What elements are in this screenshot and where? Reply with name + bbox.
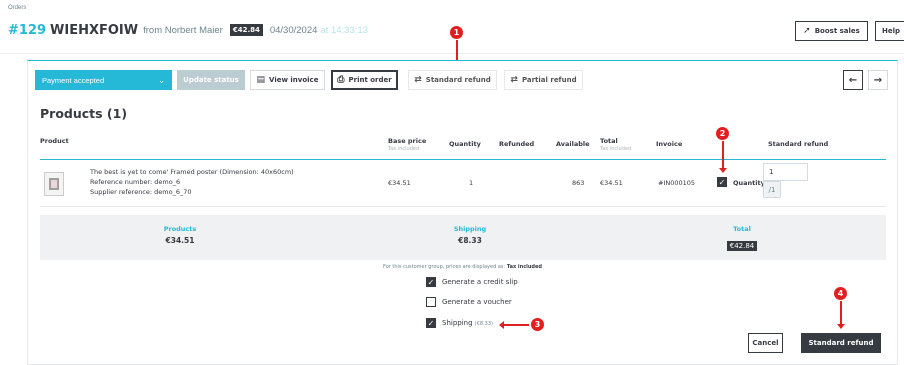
standard-refund-submit-button[interactable]: Standard refund <box>801 333 881 353</box>
order-status-select[interactable]: Payment accepted ⌄ <box>35 70 172 90</box>
generate-credit-slip-checkbox[interactable]: ✓ <box>426 277 436 287</box>
refund-quantity-input[interactable]: 1 <box>763 163 808 181</box>
product-quantity: 1 <box>469 179 474 187</box>
refund-shipping-amount: (€8.33) <box>474 321 493 327</box>
help-button[interactable]: Help <box>875 21 904 41</box>
tax-note-text: For this customer group, prices are disp… <box>383 264 506 270</box>
product-thumbnail[interactable] <box>44 172 64 196</box>
order-total-badge: €42.84 <box>229 24 263 36</box>
view-invoice-label: View invoice <box>269 76 319 84</box>
generate-voucher-checkbox[interactable] <box>426 297 436 307</box>
order-date: 04/30/2024 <box>269 24 318 36</box>
column-base-price: Base price Tax included <box>388 137 426 153</box>
framed-poster-image <box>49 178 59 190</box>
help-label: Help <box>882 27 901 35</box>
partial-refund-label: Partial refund <box>521 76 577 84</box>
standard-refund-button[interactable]: ⇄ Standard refund <box>408 70 497 90</box>
order-time: at 14:33:13 <box>320 24 368 36</box>
column-available: Available <box>556 140 590 148</box>
document-icon: ▤ <box>256 75 266 85</box>
previous-order-button[interactable]: ← <box>843 70 863 90</box>
refund-shipping-checkbox[interactable]: ✓ <box>426 318 436 328</box>
refund-quantity-max: /1 <box>763 181 781 198</box>
column-total: Total Tax included <box>600 137 631 153</box>
summary-total: Total €42.84 <box>702 225 782 252</box>
product-base-price: €34.51 <box>388 179 411 187</box>
products-heading: Products (1) <box>40 106 128 121</box>
annotation-marker-4: 4 <box>834 287 847 300</box>
update-status-button[interactable]: Update status <box>177 70 245 90</box>
table-header-divider <box>40 159 886 160</box>
refund-shipping-text: Shipping <box>442 319 473 327</box>
summary-products-label: Products <box>163 225 197 233</box>
breadcrumb[interactable]: Orders <box>8 5 26 11</box>
column-base-price-sub: Tax included <box>388 146 420 152</box>
column-quantity: Quantity <box>449 140 481 148</box>
rocket-icon: ➚ <box>803 26 811 36</box>
summary-total-value: €42.84 <box>726 241 758 251</box>
product-name: The best is yet to come' Framed poster (… <box>90 168 294 176</box>
view-invoice-button[interactable]: ▤ View invoice <box>250 70 325 90</box>
summary-shipping-value: €8.33 <box>458 236 482 245</box>
order-products-card: Payment accepted ⌄ Update status ▤ View … <box>27 60 898 365</box>
column-total-label: Total <box>600 137 618 145</box>
order-number: #129 <box>8 22 47 38</box>
column-base-price-label: Base price <box>388 137 427 145</box>
product-total: €34.51 <box>600 179 623 187</box>
order-status-value: Payment accepted <box>42 75 105 85</box>
summary-shipping-label: Shipping <box>453 225 487 233</box>
refund-quantity-label: Quantity <box>733 179 765 187</box>
tax-note-mode: Tax included <box>506 264 542 270</box>
column-product: Product <box>40 137 69 145</box>
annotation-marker-2: 2 <box>716 127 729 140</box>
summary-total-label: Total <box>733 225 751 233</box>
order-actions-toolbar: Payment accepted ⌄ Update status ▤ View … <box>28 61 897 99</box>
generate-credit-slip-label[interactable]: Generate a credit slip <box>442 278 518 286</box>
order-summary-bar: Products €34.51 Shipping €8.33 Total €42… <box>40 215 886 260</box>
summary-shipping: Shipping €8.33 <box>430 225 510 245</box>
page-title: #129 WIEHXFOIW from Norbert Maier €42.84… <box>8 20 368 40</box>
annotation-arrow-4 <box>837 301 845 329</box>
exchange-icon: ⇄ <box>510 75 518 85</box>
product-invoice: #IN000105 <box>658 179 696 187</box>
standard-refund-label: Standard refund <box>425 76 491 84</box>
partial-refund-button[interactable]: ⇄ Partial refund <box>504 70 583 90</box>
annotation-marker-3: 3 <box>531 318 544 331</box>
annotation-arrow-3 <box>499 321 529 329</box>
column-total-sub: Tax included <box>600 146 632 152</box>
product-available: 863 <box>572 179 585 187</box>
header-divider <box>0 53 904 54</box>
chevron-down-icon: ⌄ <box>158 75 165 85</box>
boost-sales-label: Boost sales <box>814 27 860 35</box>
column-invoice: Invoice <box>656 140 683 148</box>
refund-quantity-checkbox[interactable]: ✓ <box>717 177 727 187</box>
product-supplier-reference: Supplier reference: demo_6_70 <box>90 188 192 196</box>
refund-shipping-label[interactable]: Shipping (€8.33) <box>442 319 493 327</box>
summary-products: Products €34.51 <box>140 225 220 245</box>
row-divider <box>40 206 886 207</box>
print-order-button[interactable]: ⎙ Print order <box>331 70 398 90</box>
annotation-arrow-1 <box>453 40 461 66</box>
print-order-label: Print order <box>348 76 392 84</box>
tax-display-note: For this customer group, prices are disp… <box>28 264 897 270</box>
generate-voucher-label[interactable]: Generate a voucher <box>442 298 512 306</box>
boost-sales-button[interactable]: ➚ Boost sales <box>795 21 868 41</box>
exchange-icon: ⇄ <box>414 75 422 85</box>
cancel-button[interactable]: Cancel <box>748 333 783 353</box>
order-reference: WIEHXFOIW <box>50 22 139 38</box>
customer-name: from Norbert Maier <box>143 24 223 36</box>
column-refunded: Refunded <box>499 140 535 148</box>
next-order-button[interactable]: → <box>868 70 888 90</box>
printer-icon: ⎙ <box>337 75 345 85</box>
annotation-marker-1: 1 <box>450 26 463 39</box>
annotation-arrow-2 <box>719 141 727 173</box>
summary-products-value: €34.51 <box>165 236 195 245</box>
column-standard-refund: Standard refund <box>768 140 829 148</box>
product-reference: Reference number: demo_6 <box>90 178 181 186</box>
